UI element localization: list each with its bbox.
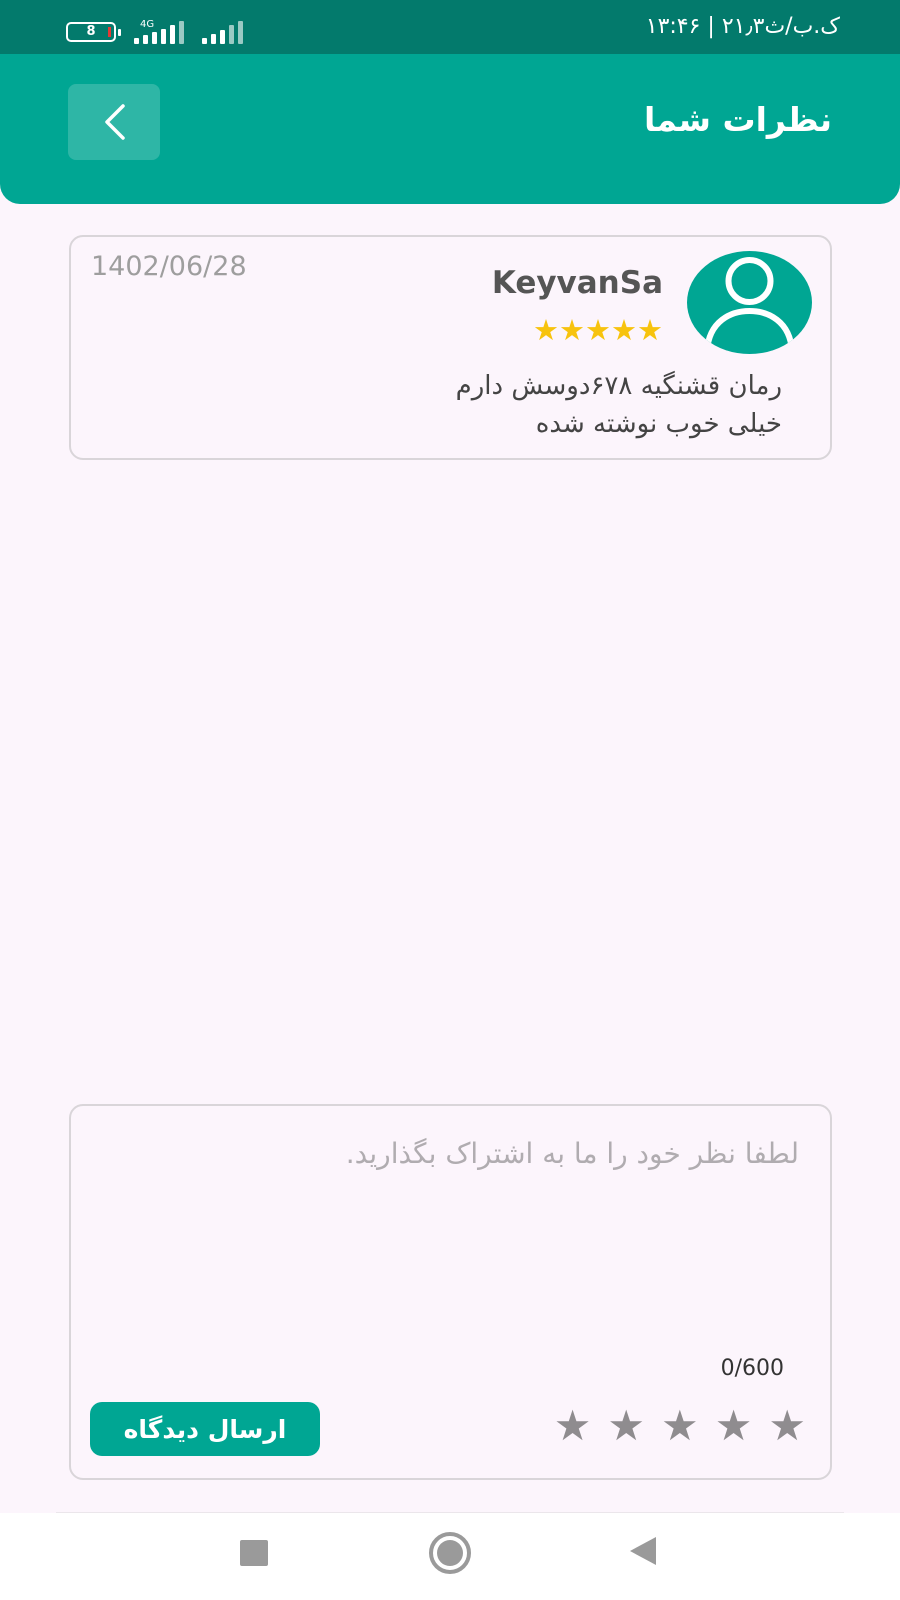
user-icon — [704, 257, 795, 352]
char-counter: 0/600 — [720, 1356, 784, 1381]
wifi-signal-icon — [202, 20, 243, 44]
battery-low-indicator — [108, 27, 111, 37]
review-card: 1402/06/28 KeyvanSa ★★★★★ رمان قشنگیه ۶۷… — [69, 235, 832, 460]
system-nav-bar — [0, 1513, 900, 1600]
rating-input[interactable]: ★ ★ ★ ★ ★ — [554, 1402, 806, 1450]
review-text: رمان قشنگیه ۶۷۸دوسش دارم خیلی خوب نوشته … — [282, 367, 782, 443]
review-text-line: رمان قشنگیه ۶۷۸دوسش دارم — [455, 371, 782, 401]
review-author: KeyvanSa — [491, 265, 663, 301]
status-bar: 8 4G ۱۳:۴۶ | ۲۱٫۳ک.ب/ث — [0, 0, 900, 54]
rating-star-2[interactable]: ★ — [607, 1402, 645, 1450]
rating-star-5[interactable]: ★ — [768, 1402, 806, 1450]
battery-icon: 8 — [66, 22, 121, 42]
home-icon[interactable] — [429, 1532, 471, 1574]
mobile-signal-icon — [134, 20, 194, 44]
recent-apps-icon[interactable] — [240, 1540, 268, 1566]
review-text-line: خیلی خوب نوشته شده — [535, 409, 782, 439]
review-rating: ★★★★★ — [533, 315, 663, 345]
chevron-left-icon — [105, 104, 125, 140]
back-button[interactable] — [68, 84, 160, 160]
comment-input[interactable] — [99, 1134, 799, 1314]
comment-composer: 0/600 ★ ★ ★ ★ ★ ارسال دیدگاه — [69, 1104, 832, 1480]
page-title: نظرات شما — [644, 100, 832, 139]
star-icon: ★★★★★ — [533, 313, 663, 347]
submit-review-button[interactable]: ارسال دیدگاه — [90, 1402, 320, 1456]
back-triangle-icon[interactable] — [630, 1537, 656, 1565]
rating-star-1[interactable]: ★ — [554, 1402, 592, 1450]
avatar — [687, 251, 812, 354]
review-date: 1402/06/28 — [91, 251, 247, 282]
app-bar: نظرات شما — [0, 54, 900, 204]
rating-star-3[interactable]: ★ — [661, 1402, 699, 1450]
rating-star-4[interactable]: ★ — [715, 1402, 753, 1450]
status-time: ۱۳:۴۶ | ۲۱٫۳ک.ب/ث — [645, 14, 840, 39]
